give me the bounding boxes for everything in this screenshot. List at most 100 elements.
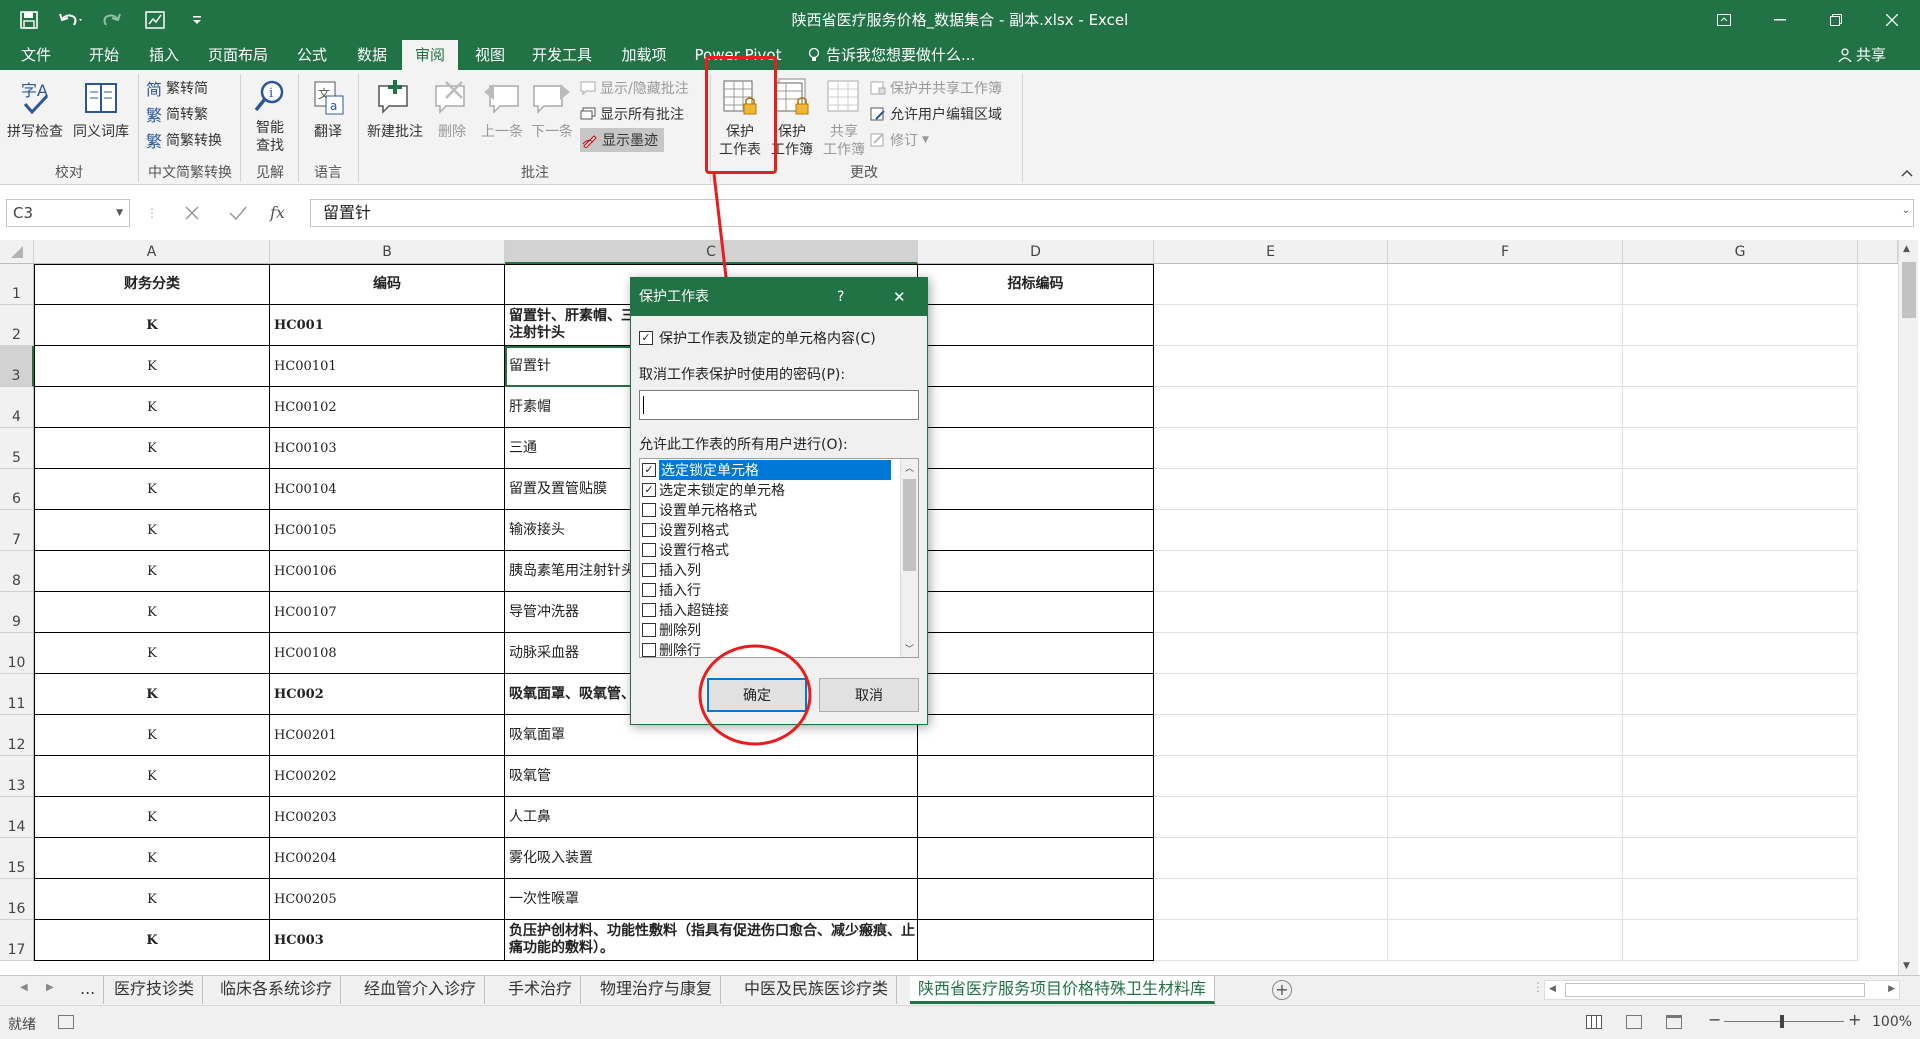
tender-code-cell[interactable] (918, 510, 1154, 551)
scroll-up-icon[interactable]: ▲ (1903, 244, 1910, 254)
empty-cell[interactable] (1623, 387, 1858, 428)
show-hide-comment-button[interactable]: 显示/隐藏批注 (580, 76, 689, 100)
tender-code-cell[interactable] (918, 469, 1154, 510)
row-header[interactable]: 7 (0, 510, 34, 551)
normal-view-icon[interactable] (1586, 1015, 1602, 1029)
empty-cell[interactable] (1154, 756, 1388, 797)
restore-icon[interactable] (1808, 0, 1864, 40)
finance-category-cell[interactable]: K (34, 633, 270, 674)
permission-option[interactable]: 插入列 (642, 560, 701, 580)
tender-code-cell[interactable] (918, 346, 1154, 387)
tender-code-cell[interactable] (918, 674, 1154, 715)
thesaurus-button[interactable]: 同义词库 (70, 78, 132, 141)
list-scroll-down-icon[interactable]: ﹀ (905, 642, 914, 655)
scroll-right-icon[interactable]: ▶ (1888, 984, 1895, 994)
prev-sheet-icon[interactable]: ◀ (20, 982, 28, 993)
code-cell[interactable]: HC00107 (270, 592, 505, 633)
zoom-level[interactable]: 100% (1872, 1014, 1912, 1030)
next-comment-button[interactable]: 下一条 (528, 78, 576, 141)
finance-category-cell[interactable]: K (34, 387, 270, 428)
empty-cell[interactable] (1623, 346, 1858, 387)
row-header[interactable]: 5 (0, 428, 34, 469)
empty-cell[interactable] (1154, 428, 1388, 469)
empty-cell[interactable] (1623, 428, 1858, 469)
row-header[interactable]: 11 (0, 674, 34, 715)
code-cell[interactable]: HC00106 (270, 551, 505, 592)
checkbox-empty-icon[interactable] (642, 563, 656, 577)
code-cell[interactable]: HC00201 (270, 715, 505, 756)
page-break-view-icon[interactable] (1666, 1015, 1682, 1029)
finance-category-cell[interactable]: K (34, 715, 270, 756)
macro-record-icon[interactable] (58, 1015, 74, 1029)
empty-cell[interactable] (1154, 715, 1388, 756)
sheet-tab[interactable]: 中医及民族医诊疗类 (736, 976, 898, 1004)
protect-share-button[interactable]: 保护并共享工作簿 (870, 76, 1002, 100)
tab-add-ins[interactable]: 加载项 (612, 40, 676, 70)
empty-cell[interactable] (1154, 551, 1388, 592)
finance-category-cell[interactable]: K (34, 674, 270, 715)
empty-cell[interactable] (1388, 633, 1623, 674)
zoom-in-icon[interactable]: + (1848, 1010, 1861, 1029)
finance-category-cell[interactable]: K (34, 838, 270, 879)
sheet-tab[interactable]: 医疗技诊类 (106, 976, 204, 1004)
column-header-d[interactable]: D (918, 240, 1154, 264)
code-cell[interactable]: HC00102 (270, 387, 505, 428)
sheet-tab[interactable]: ... (72, 976, 105, 1004)
empty-cell[interactable] (1623, 920, 1858, 961)
tender-code-cell[interactable]: 招标编码 (918, 264, 1154, 305)
name-box-dropdown-icon[interactable]: ▼ (116, 200, 123, 226)
password-input[interactable] (639, 390, 919, 420)
row-header[interactable]: 14 (0, 797, 34, 838)
translate-button[interactable]: 文a 翻译 (302, 78, 354, 141)
simp-to-trad-button[interactable]: 繁 简转繁 (146, 102, 208, 126)
zoom-slider-thumb[interactable] (1780, 1015, 1784, 1028)
tender-code-cell[interactable] (918, 838, 1154, 879)
sheet-tab[interactable]: 手术治疗 (500, 976, 582, 1004)
insert-function-icon[interactable]: fx (270, 199, 300, 227)
empty-cell[interactable] (1623, 879, 1858, 920)
permission-option[interactable]: 插入行 (642, 580, 701, 600)
finance-category-cell[interactable]: K (34, 592, 270, 633)
tender-code-cell[interactable] (918, 715, 1154, 756)
list-scroll-thumb[interactable] (903, 479, 916, 571)
code-cell[interactable]: HC00108 (270, 633, 505, 674)
track-changes-button[interactable]: 修订 ▼ (870, 128, 929, 152)
empty-cell[interactable] (1154, 510, 1388, 551)
empty-cell[interactable] (1154, 469, 1388, 510)
code-cell[interactable]: HC00202 (270, 756, 505, 797)
permission-option[interactable]: ✓ 选定未锁定的单元格 (642, 480, 785, 500)
row-header[interactable]: 15 (0, 838, 34, 879)
tab-data[interactable]: 数据 (344, 40, 400, 70)
checkbox-empty-icon[interactable] (642, 623, 656, 637)
finance-category-cell[interactable]: K (34, 551, 270, 592)
worksheet-grid[interactable]: ABCDEFG 1 财务分类 编码 招标编码 2 K HC001 留置针、肝素帽、三通、留置及… (0, 240, 1918, 975)
empty-cell[interactable] (1154, 674, 1388, 715)
empty-cell[interactable] (1388, 305, 1623, 346)
scroll-left-icon[interactable]: ◀ (1549, 984, 1556, 994)
empty-cell[interactable] (1623, 633, 1858, 674)
tender-code-cell[interactable] (918, 797, 1154, 838)
horizontal-scrollbar[interactable]: ◀ ▶ (1544, 980, 1900, 1000)
spell-check-button[interactable]: 字A 拼写检查 (4, 78, 66, 141)
permission-option[interactable]: 删除列 (642, 620, 701, 640)
permission-option[interactable]: 设置单元格格式 (642, 500, 757, 520)
checkbox-empty-icon[interactable] (642, 523, 656, 537)
column-header-f[interactable]: F (1388, 240, 1623, 264)
tender-code-cell[interactable] (918, 305, 1154, 346)
finance-category-cell[interactable]: 财务分类 (34, 264, 270, 305)
customize-qat-icon[interactable] (178, 2, 216, 38)
minimize-icon[interactable] (1752, 0, 1808, 40)
list-scroll-up-icon[interactable]: ︿ (905, 461, 914, 474)
item-name-cell[interactable]: 负压护创材料、功能性敷料（指具有促进伤口愈合、减少瘢痕、止痛功能的敷料）。 (505, 920, 918, 961)
row-header[interactable]: 17 (0, 920, 34, 961)
empty-cell[interactable] (1388, 387, 1623, 428)
tab-developer[interactable]: 开发工具 (524, 40, 600, 70)
code-cell[interactable]: HC003 (270, 920, 505, 961)
finance-category-cell[interactable]: K (34, 510, 270, 551)
item-name-cell[interactable]: 一次性喉罩 (505, 879, 918, 920)
empty-cell[interactable] (1388, 428, 1623, 469)
cancel-button[interactable]: 取消 (819, 678, 919, 712)
expand-formula-bar-icon[interactable]: ⌄ (1902, 205, 1910, 216)
code-cell[interactable]: HC002 (270, 674, 505, 715)
tender-code-cell[interactable] (918, 387, 1154, 428)
